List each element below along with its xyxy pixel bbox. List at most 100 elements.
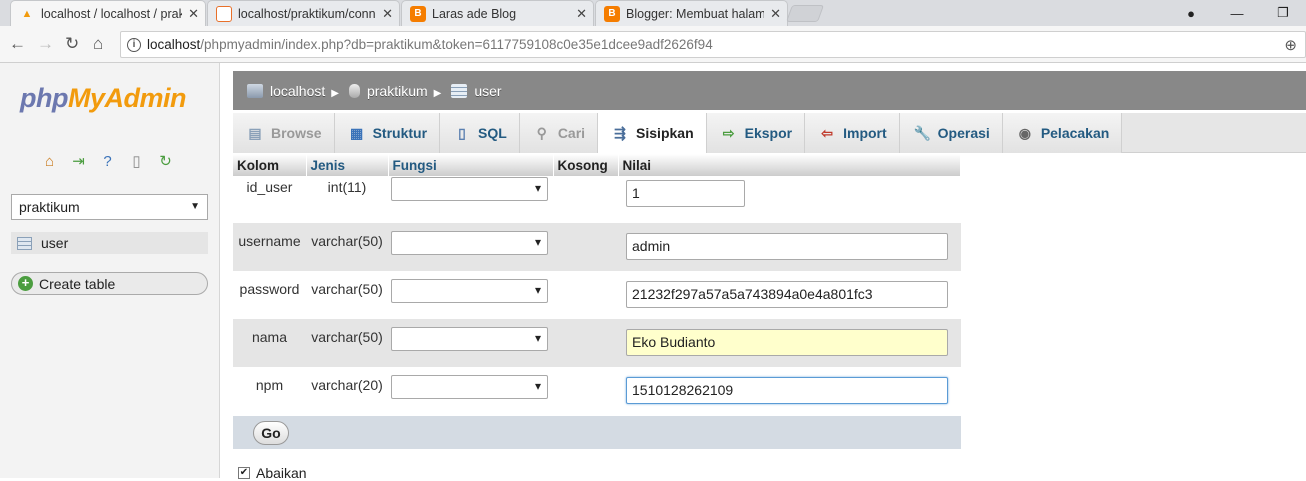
tab-cari[interactable]: ⚲ Cari — [519, 113, 599, 153]
tab-ekspor[interactable]: ⇨ Ekspor — [706, 113, 806, 153]
function-select[interactable] — [391, 375, 548, 399]
tab-browse[interactable]: ▤ Browse — [233, 113, 335, 153]
back-arrow-icon[interactable]: ← — [9, 34, 26, 54]
sql-icon: ▯ — [458, 125, 466, 141]
docs-icon[interactable]: ▯ — [127, 152, 146, 171]
help-icon[interactable]: ? — [98, 152, 117, 171]
column-name: npm — [233, 367, 306, 415]
browser-tab-laras-blog[interactable]: B Laras ade Blog ✕ — [401, 0, 594, 26]
column-type: varchar(50) — [306, 223, 388, 271]
export-icon: ⇨ — [722, 125, 735, 141]
function-select[interactable] — [391, 279, 548, 303]
logout-icon[interactable]: ⇥ — [69, 152, 88, 171]
reload-icon[interactable]: ↻ — [156, 152, 175, 171]
close-icon[interactable]: ✕ — [770, 6, 781, 22]
value-cell: admin — [618, 223, 961, 271]
zoom-icon[interactable]: ⊕ — [1284, 36, 1297, 54]
header-kosong: Kosong — [553, 154, 619, 176]
breadcrumb-table[interactable]: user — [451, 83, 502, 99]
function-cell — [388, 367, 553, 415]
breadcrumb-separator: ▶ — [331, 88, 339, 99]
column-type: varchar(50) — [306, 319, 388, 367]
table-icon — [17, 236, 32, 250]
info-icon[interactable]: i — [127, 37, 141, 52]
close-icon[interactable]: ✕ — [382, 6, 393, 22]
null-cell — [553, 223, 618, 271]
column-name: id_user — [233, 176, 306, 223]
breadcrumb-database-label: praktikum — [366, 82, 428, 99]
breadcrumb: localhost ▶ praktikum ▶ user — [233, 71, 1306, 110]
value-input[interactable]: admin — [626, 233, 948, 260]
forward-arrow-icon[interactable]: → — [37, 34, 54, 54]
tree-item-user[interactable]: user — [11, 232, 208, 254]
tab-label: Operasi — [937, 125, 990, 141]
table-row: nama varchar(50) Eko Budianto — [233, 319, 961, 367]
create-table-button[interactable]: + Create table — [11, 272, 208, 295]
value-input[interactable]: 1510128262109 — [626, 377, 948, 404]
tab-sql[interactable]: ▯ SQL — [440, 113, 520, 153]
profile-icon[interactable]: ● — [1168, 6, 1214, 21]
home-icon[interactable]: ⌂ — [40, 152, 59, 171]
new-tab-button[interactable] — [785, 5, 825, 22]
tab-label: Sisipkan — [636, 125, 694, 141]
header-fungsi: Fungsi — [388, 154, 554, 176]
function-select[interactable] — [391, 327, 548, 351]
import-icon: ⇦ — [821, 125, 833, 141]
create-table-label: Create table — [39, 275, 116, 292]
phpmyadmin-icon: ▲ — [21, 7, 33, 20]
null-cell — [553, 271, 618, 319]
value-cell: Eko Budianto — [618, 319, 961, 367]
table-header-row: Kolom Jenis Fungsi Kosong Nilai — [233, 154, 961, 176]
table-row: username varchar(50) admin — [233, 223, 961, 271]
insert-icon: ⇶ — [614, 125, 626, 141]
tree-item-label: user — [41, 235, 69, 251]
database-select[interactable]: praktikum ▼ — [11, 194, 208, 220]
table-icon — [451, 83, 468, 98]
reload-icon[interactable]: ↻ — [65, 34, 79, 54]
column-type: varchar(20) — [306, 367, 388, 415]
table-row: npm varchar(20) 1510128262109 — [233, 367, 961, 415]
tab-sisipkan[interactable]: ⇶ Sisipkan — [598, 113, 707, 153]
tab-label: Pelacakan — [1040, 125, 1110, 141]
eye-icon: ◉ — [1018, 125, 1031, 141]
server-icon — [247, 83, 263, 98]
ignore-option[interactable]: ✔ Abaikan — [238, 465, 307, 481]
tab-struktur[interactable]: ▦ Struktur — [334, 113, 441, 153]
close-icon[interactable]: ✕ — [576, 6, 587, 22]
browser-tab-blogger[interactable]: B Blogger: Membuat halaman ✕ — [595, 0, 788, 26]
close-icon[interactable]: ✕ — [188, 6, 199, 22]
value-cell: 1510128262109 — [618, 367, 961, 415]
home-icon[interactable]: ⌂ — [93, 34, 103, 54]
ignore-label: Abaikan — [256, 465, 307, 481]
breadcrumb-database[interactable]: praktikum — [348, 82, 428, 99]
browser-tab-title: localhost / localhost / praktikum / user… — [41, 6, 183, 21]
browser-tab-connect[interactable]: localhost/praktikum/connect.php ✕ — [207, 0, 400, 26]
function-cell — [388, 319, 553, 367]
breadcrumb-server[interactable]: localhost — [247, 83, 325, 99]
breadcrumb-separator: ▶ — [433, 88, 442, 99]
ignore-checkbox[interactable]: ✔ — [238, 467, 250, 479]
address-bar[interactable]: i localhost /phpmyadmin/index.php?db=pra… — [120, 31, 1306, 58]
browser-tab-phpmyadmin[interactable]: ▲ localhost / localhost / praktikum / us… — [10, 0, 206, 26]
column-name: password — [233, 271, 306, 319]
function-select[interactable] — [391, 231, 548, 255]
tab-pelacakan[interactable]: ◉ Pelacakan — [1002, 113, 1123, 153]
null-cell — [553, 176, 618, 223]
column-name: username — [233, 223, 306, 271]
tab-operasi[interactable]: 🔧 Operasi — [899, 113, 1003, 153]
tab-label: SQL — [478, 125, 507, 141]
tab-import[interactable]: ⇦ Import — [805, 113, 900, 153]
value-input[interactable]: Eko Budianto — [626, 329, 948, 356]
minimize-icon[interactable]: — — [1214, 6, 1260, 21]
maximize-icon[interactable]: ❐ — [1260, 5, 1306, 21]
tab-label: Browse — [271, 125, 322, 141]
phpmyadmin-logo[interactable]: phpMyAdmin — [20, 83, 186, 114]
insert-form-table: Kolom Jenis Fungsi Kosong Nilai id_user … — [233, 154, 961, 415]
value-input[interactable]: 21232f297a57a5a743894a0e4a801fc3 — [626, 281, 948, 308]
null-cell — [553, 319, 618, 367]
database-icon — [348, 83, 360, 98]
function-select[interactable] — [391, 177, 548, 201]
browser-tab-title: Laras ade Blog — [432, 6, 517, 21]
value-input[interactable]: 1 — [626, 180, 745, 207]
go-button[interactable]: Go — [253, 421, 289, 445]
